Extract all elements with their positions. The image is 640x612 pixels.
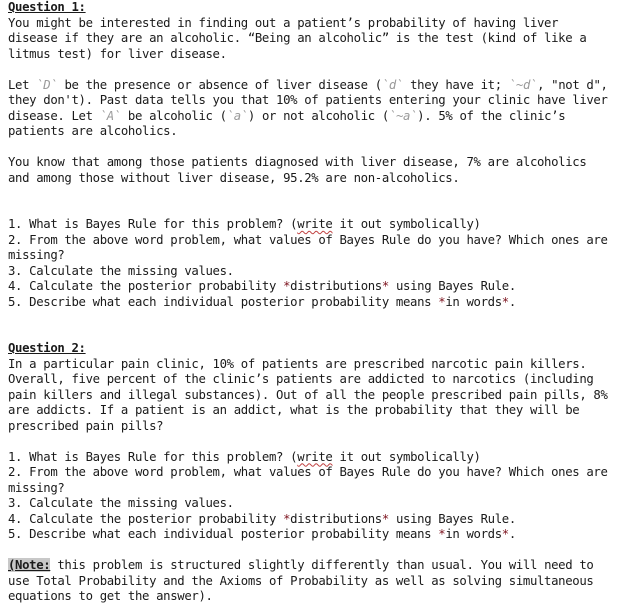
q1-task-4: 4. Calculate the posterior probability *… — [8, 279, 638, 295]
q1-task-3: 3. Calculate the missing values. — [8, 263, 234, 278]
text-run: 4. Calculate the posterior probability — [8, 279, 284, 293]
q2-intro-line: pain killers and illegal substances). Ou… — [8, 387, 608, 402]
emphasis-text: distributions — [290, 511, 382, 526]
text-run: . — [508, 527, 516, 541]
text-run: be alcoholic ( — [120, 108, 227, 123]
emphasis-star: * — [381, 279, 389, 293]
text-run: ). 5% of the clinic’s — [417, 108, 566, 123]
q1-definition-line: disease. Let `A` be alcoholic (`a`) or n… — [8, 109, 638, 125]
text-run: it out symbolically) — [332, 449, 481, 464]
text-run: . — [508, 294, 516, 309]
q1-definition-line: Let `D` be the presence or absence of li… — [8, 78, 638, 94]
q1-task-5: 5. Describe what each individual posteri… — [8, 295, 638, 311]
q2-intro-line: In a particular pain clinic, 10% of pati… — [8, 356, 587, 371]
text-run: this problem is structured slightly diff… — [50, 558, 594, 572]
q1-definition-line: they don't). Past data tells you that 10… — [8, 93, 608, 107]
code-span-A: `A` — [99, 108, 122, 123]
question-2-title: Question 2: — [8, 341, 86, 355]
q1-known-line: You know that among those patients diagn… — [8, 155, 587, 169]
emphasis-text: in words — [445, 294, 502, 309]
code-span-d: `d` — [381, 77, 404, 92]
code-span-not-a: `~a` — [388, 108, 418, 123]
q1-task-2: 2. From the above word problem, what val… — [8, 232, 608, 247]
text-run: ) or not alcoholic ( — [247, 108, 389, 123]
q2-task-4: 4. Calculate the posterior probability *… — [8, 512, 638, 528]
text-run: be the presence or absence of liver dise… — [57, 77, 382, 92]
text-run: Let — [8, 77, 37, 92]
emphasis-star: * — [501, 527, 509, 541]
q2-task-2-cont: missing? — [8, 480, 65, 495]
question-1-section: Question 1: You might be interested in f… — [8, 0, 638, 310]
document-body: Question 1: You might be interested in f… — [8, 0, 638, 605]
code-span-not-d: `~d` — [508, 77, 538, 92]
text-run: 5. Describe what each individual posteri… — [8, 527, 439, 541]
text-run: it out symbolically) — [332, 217, 481, 231]
q1-intro-line: disease if they are an alcoholic. “Being… — [8, 31, 587, 45]
q2-intro-line: prescribed pain pills? — [8, 418, 164, 433]
question-1-title: Question 1: — [8, 0, 86, 14]
q2-task-1: 1. What is Bayes Rule for this problem? … — [8, 450, 638, 466]
text-run: 1. What is Bayes Rule for this problem? … — [8, 449, 298, 464]
spellcheck-word[interactable]: write — [297, 217, 333, 231]
note-label: (Note: — [8, 558, 51, 572]
emphasis-text: in words — [445, 527, 502, 541]
q1-task-2-cont: missing? — [8, 248, 65, 262]
text-run: 1. What is Bayes Rule for this problem? … — [8, 217, 298, 231]
q2-note-line: use Total Probability and the Axioms of … — [8, 573, 594, 588]
text-run: 5. Describe what each individual posteri… — [8, 294, 439, 309]
q2-note-line: equations to get the answer). — [8, 589, 213, 603]
text-run: disease. Let — [8, 108, 100, 123]
q2-intro-line: Overall, five percent of the clinic’s pa… — [8, 372, 594, 386]
text-run: , "not d", — [537, 77, 608, 92]
q1-intro-line: litmus test) for liver disease. — [8, 46, 227, 61]
q2-note-line: (Note: this problem is structured slight… — [8, 558, 638, 574]
q2-intro-line: are addicts. If a patient is an addict, … — [8, 403, 580, 417]
code-span-a: `a` — [226, 108, 249, 123]
q1-intro-line: You might be interested in finding out a… — [8, 15, 559, 30]
text-run: 4. Calculate the posterior probability — [8, 511, 284, 526]
q2-task-3: 3. Calculate the missing values. — [8, 496, 234, 510]
code-span-D: `D` — [36, 77, 58, 92]
q2-task-5: 5. Describe what each individual posteri… — [8, 527, 638, 543]
spellcheck-word[interactable]: write — [297, 450, 333, 464]
question-2-section: Question 2: In a particular pain clinic,… — [8, 341, 638, 605]
emphasis-star: * — [501, 294, 509, 309]
q1-known-line: and among those without liver disease, 9… — [8, 170, 460, 185]
text-run: they have it; — [403, 77, 509, 92]
text-run: using Bayes Rule. — [388, 279, 516, 293]
q2-task-2: 2. From the above word problem, what val… — [8, 465, 608, 479]
emphasis-star: * — [381, 511, 389, 526]
text-run: using Bayes Rule. — [388, 511, 516, 526]
q1-task-1: 1. What is Bayes Rule for this problem? … — [8, 217, 638, 233]
q1-definition-line: patients are alcoholics. — [8, 124, 178, 138]
emphasis-text: distributions — [290, 279, 382, 293]
